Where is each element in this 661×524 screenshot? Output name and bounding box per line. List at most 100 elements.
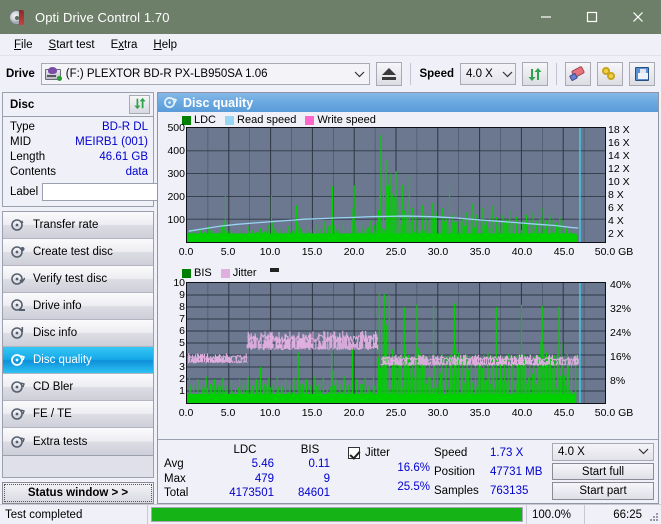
refresh-button[interactable] [522,62,548,86]
progress-bar [148,505,527,524]
chevron-down-icon [499,71,515,78]
sidebar-item-fe-te[interactable]: FE / TE [3,401,153,428]
stats-row-label-total: Total [164,486,189,499]
disc-row-mid: MID MEIRB1 (001) [10,135,148,150]
y2-tick: 40% [610,279,632,291]
sidebar-item-extra-tests[interactable]: Extra tests [3,428,153,455]
sidebar-item-transfer-rate[interactable]: Transfer rate [3,212,153,239]
stats-total-ldc: 4173501 [229,486,274,499]
stats-row-label-max: Max [164,472,186,485]
eject-icon [382,68,397,80]
speed-select[interactable]: 4.0 X [460,63,516,85]
jitter-max: 25.5% [397,481,430,493]
position-value: 47731 MB [490,465,543,478]
nav-list: Transfer rate Create test disc Verify te… [2,211,154,456]
y-tick: 100 [167,214,185,226]
y-tick: 400 [167,145,185,157]
y-tick: 1 [179,385,185,397]
plot-area-top: 500 400 300 200 100 18 X 16 X 14 X 12 X … [158,112,658,264]
speed-row: Speed 1.73 X [434,443,552,462]
disc-length-value: 46.61 GB [99,151,148,163]
status-window-button[interactable]: Status window > > [2,482,154,504]
disc-quality-icon [164,96,177,109]
menu-bar: FFileile Start test Extra Help [0,34,661,56]
speed-stat-label: Speed [434,446,468,459]
sidebar-item-verify-test-disc[interactable]: Verify test disc [3,266,153,293]
start-part-button[interactable]: Start part [552,482,654,501]
status-message: Test completed [0,505,148,524]
settings-keys-button[interactable] [597,62,623,86]
drive-info-icon [11,299,25,313]
eject-button[interactable] [376,62,403,86]
sidebar-item-cd-bler[interactable]: CD Bler [3,374,153,401]
sidebar-item-drive-info[interactable]: Drive info [3,293,153,320]
stats-max-bis: 9 [323,472,330,485]
start-full-button[interactable]: Start full [552,462,654,481]
maximize-button[interactable] [569,0,615,34]
test-speed-select[interactable]: 4.0 X [552,443,654,461]
y-axis-bottom: 10 9 8 7 6 5 4 3 2 1 [158,264,185,424]
app-window: Opti Drive Control 1.70 FFileile Start t… [0,0,661,524]
app-icon [9,9,26,26]
close-button[interactable] [615,0,661,34]
cd-bler-icon [11,380,25,394]
disc-burn-icon [11,245,25,259]
stats-row-label-avg: Avg [164,458,184,471]
drive-label: Drive [6,68,35,80]
drive-select[interactable]: (F:) PLEXTOR BD-R PX-LB950SA 1.06 [40,63,371,85]
y-tick: 500 [167,122,185,134]
erase-button[interactable] [565,62,591,86]
x-tick: 5.0 [220,407,236,419]
minimize-button[interactable] [523,0,569,34]
save-button[interactable] [629,62,655,86]
x-tick: 30.0 [427,407,449,419]
jitter-checkbox[interactable] [348,446,360,459]
toolbar-separator-1 [410,63,412,85]
charts-container: LDC Read speed Write speed 500 400 300 2… [158,112,658,439]
disc-row-type: Type BD-R DL [10,120,148,135]
sidebar-item-label: FE / TE [33,408,72,420]
x-tick: 15.0 [301,407,323,419]
stats-total-bis: 84601 [298,486,330,499]
sidebar-item-disc-quality[interactable]: Disc quality [3,347,153,374]
speed-value: 4.0 X [466,68,493,80]
y-tick: 10 [173,277,185,289]
x-tick: 50.0 GB [594,407,634,419]
content-area: Disc Type BD-R DL MID MEIRB1 (001) Lengt… [0,92,661,504]
main-panel-header: Disc quality [158,93,658,112]
y2-tick: 6 X [608,202,624,214]
menu-extra[interactable]: Extra [105,37,148,53]
drive-value: (F:) PLEXTOR BD-R PX-LB950SA 1.06 [65,68,268,80]
x-tick: 10.0 [259,407,281,419]
sidebar-item-create-test-disc[interactable]: Create test disc [3,239,153,266]
menu-file[interactable]: FFileile [8,37,43,53]
window-controls [523,0,661,34]
y2-tick: 12 X [608,163,630,175]
jitter-column: Jitter 16.6% 25.5% [338,443,434,500]
x-tick: 5.0 [220,246,236,258]
chart-plot-bottom [186,282,606,404]
menu-help[interactable]: Help [147,37,187,53]
disc-label-caption: Label [10,186,39,198]
disc-mid-label: MID [10,136,32,148]
y2-tick: 2 X [608,228,624,240]
stats-max-ldc: 479 [254,472,274,485]
chevron-down-icon [638,446,649,458]
plot-area-bottom: 10 9 8 7 6 5 4 3 2 1 40% 32% 24% 16% 8% … [158,264,658,424]
y-tick: 3 [179,361,185,373]
sidebar-item-disc-info[interactable]: Disc info [3,320,153,347]
disc-refresh-button[interactable] [129,95,150,114]
status-bar: Test completed 100.0% 66:25 [0,504,661,524]
x-tick: 20.0 [343,246,365,258]
y-tick: 6 [179,325,185,337]
keys-icon [602,66,618,82]
disc-panel-header: Disc [3,93,153,117]
actions-column: 4.0 X Start full Start part [552,443,654,501]
chart-bis-jitter: BIS Jitter 10 9 8 7 6 5 4 3 2 1 40% 32% … [158,264,658,424]
stats-avg-bis: 0.11 [308,458,330,471]
sidebar-item-label: Extra tests [33,435,88,448]
resize-grip[interactable] [647,505,661,524]
y2-tick: 4 X [608,215,624,227]
toolbar: Drive (F:) PLEXTOR BD-R PX-LB950SA 1.06 … [0,56,661,92]
menu-start-test[interactable]: Start test [43,37,105,53]
